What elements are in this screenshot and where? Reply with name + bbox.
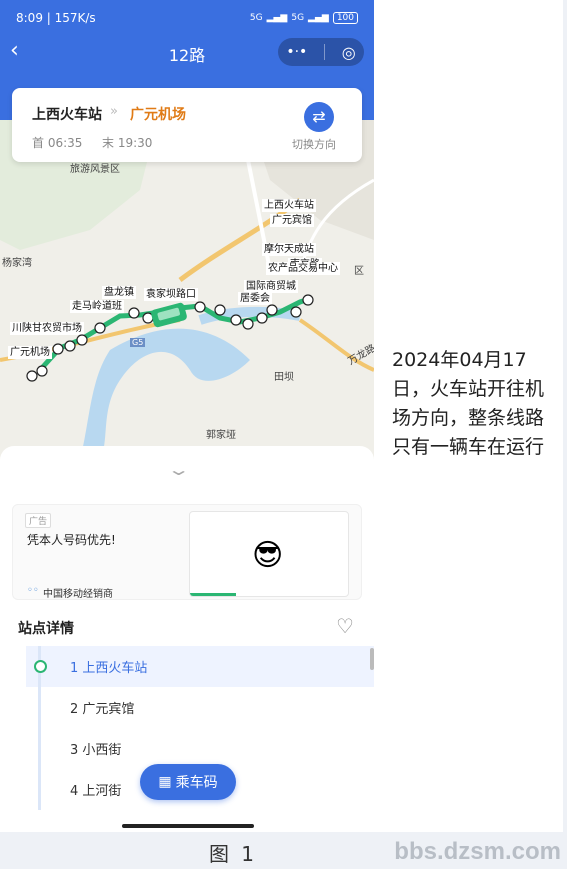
brand-logo-icon: ◦◦ — [27, 585, 39, 596]
ad-progress-bar — [190, 593, 236, 596]
ad-text: 凭本人号码优先! — [27, 533, 116, 547]
watermark: bbs.dzsm.com — [394, 838, 561, 865]
close-target-button[interactable]: ◎ — [342, 43, 356, 62]
ad-tag: 广告 — [25, 513, 52, 528]
map-place-label: 旅游风景区 — [70, 164, 120, 175]
signal-bars-icon: ▂▄▆ — [266, 13, 288, 23]
ride-code-label: 乘车码 — [175, 775, 218, 791]
miniprogram-capsule: •·• ◎ — [278, 38, 364, 66]
qr-code-icon: ▦ — [158, 774, 172, 790]
map-stop-label[interactable]: 农产品交易中心 — [266, 262, 340, 275]
map-place-label: 杨家湾 — [2, 258, 32, 269]
route-info-card: 上西火车站 » 广元机场 首 06:35 末 19:30 ⇄ 切换方向 — [12, 88, 362, 162]
ride-code-button[interactable]: ▦ 乘车码 — [140, 764, 236, 800]
stop-list-item[interactable]: 1 上西火车站 — [26, 646, 374, 687]
origin-stop: 上西火车站 — [32, 107, 102, 123]
stop-label: 4 上河街 — [70, 784, 122, 799]
bottom-sheet: ⌄ 广告 凭本人号码优先! ◦◦ 中国移动经销商 😎 站点详情 ♡ 1 上西火车… — [0, 446, 374, 832]
first-bus-time: 首 06:35 — [32, 136, 83, 150]
stop-timeline — [38, 728, 41, 769]
status-time: 8:09 | 157K/s — [16, 11, 96, 25]
signal-icon: 5G — [249, 13, 263, 23]
stop-label: 3 小西街 — [70, 743, 122, 758]
map-stop-label[interactable]: 袁家坝路口 — [144, 288, 198, 301]
ad-banner[interactable]: 广告 凭本人号码优先! ◦◦ 中国移动经销商 😎 — [12, 504, 362, 600]
collapse-chevron-icon[interactable]: ⌄ — [167, 460, 191, 479]
stop-timeline — [38, 687, 41, 728]
map-stop-label[interactable]: 盘龙镇 — [102, 286, 136, 299]
phone-screen: 8:09 | 157K/s 5G ▂▄▆ 5G ▂▄▆ 100 ‹ 12路 •·… — [0, 0, 374, 832]
double-chevron-icon: » — [110, 104, 118, 119]
stop-timeline — [38, 769, 41, 810]
map-stop-label[interactable]: 广元机场 — [8, 346, 52, 359]
map-stop-label[interactable]: 摩尔天成站 — [262, 243, 316, 256]
map-stop-label[interactable]: 居委会 — [238, 292, 272, 305]
map-place-label: G5 — [130, 338, 146, 347]
stop-dot-icon — [34, 660, 47, 673]
switch-direction-label[interactable]: 切换方向 — [292, 136, 336, 152]
battery-icon: 100 — [332, 12, 358, 24]
signal-bars-icon-2: ▂▄▆ — [308, 13, 329, 23]
map-place-label: 郭家垭 — [206, 430, 236, 441]
route-map[interactable]: 旅游风景区 杨家湾 田坝 郭家垭 万龙路 G5 区 上西火车站 广元宾馆 摩尔天… — [0, 120, 374, 460]
map-place-label: 区 — [354, 266, 364, 277]
photographer-emoji-icon: 😎 — [252, 538, 284, 573]
map-stop-label[interactable]: 广元宾馆 — [270, 214, 314, 227]
stop-list-item[interactable]: 2 广元宾馆 — [26, 687, 374, 728]
stop-label: 2 广元宾馆 — [70, 702, 135, 717]
map-stop-label[interactable]: 上西火车站 — [262, 199, 316, 212]
heart-icon[interactable]: ♡ — [336, 616, 354, 636]
status-bar: 8:09 | 157K/s 5G ▂▄▆ 5G ▂▄▆ 100 — [0, 0, 374, 36]
capsule-divider — [324, 44, 325, 60]
right-edge-strip — [563, 0, 567, 832]
last-bus-time: 末 19:30 — [102, 136, 153, 150]
stop-list-scrollbar[interactable] — [370, 648, 374, 670]
map-stop-label[interactable]: 走马岭道班 — [70, 300, 124, 313]
stop-list-item[interactable]: 3 小西街 — [26, 728, 374, 769]
caption-bar: 图 1 bbs.dzsm.com — [0, 832, 567, 869]
signal-icon-2: 5G — [291, 13, 305, 23]
map-place-label: 田坝 — [274, 372, 294, 383]
map-stop-label[interactable]: 川陕甘农贸市场 — [10, 322, 84, 335]
swap-arrows-icon: ⇄ — [312, 107, 326, 126]
status-icons: 5G ▂▄▆ 5G ▂▄▆ 100 — [250, 12, 358, 24]
ad-brand: 中国移动经销商 — [43, 589, 113, 600]
switch-direction-button[interactable]: ⇄ — [304, 102, 334, 132]
stop-label: 1 上西火车站 — [70, 661, 148, 676]
home-indicator[interactable] — [122, 824, 254, 828]
destination-stop: 广元机场 — [130, 107, 186, 123]
nav-bar: ‹ 12路 •·• ◎ — [0, 36, 374, 68]
stops-section-title: 站点详情 — [18, 621, 74, 637]
side-note-text: 2024年04月17日，火车站开往机场方向，整条线路只有一辆车在运行 — [392, 349, 545, 458]
ad-image[interactable]: 😎 — [189, 511, 349, 597]
more-button[interactable]: •·• — [286, 44, 307, 60]
